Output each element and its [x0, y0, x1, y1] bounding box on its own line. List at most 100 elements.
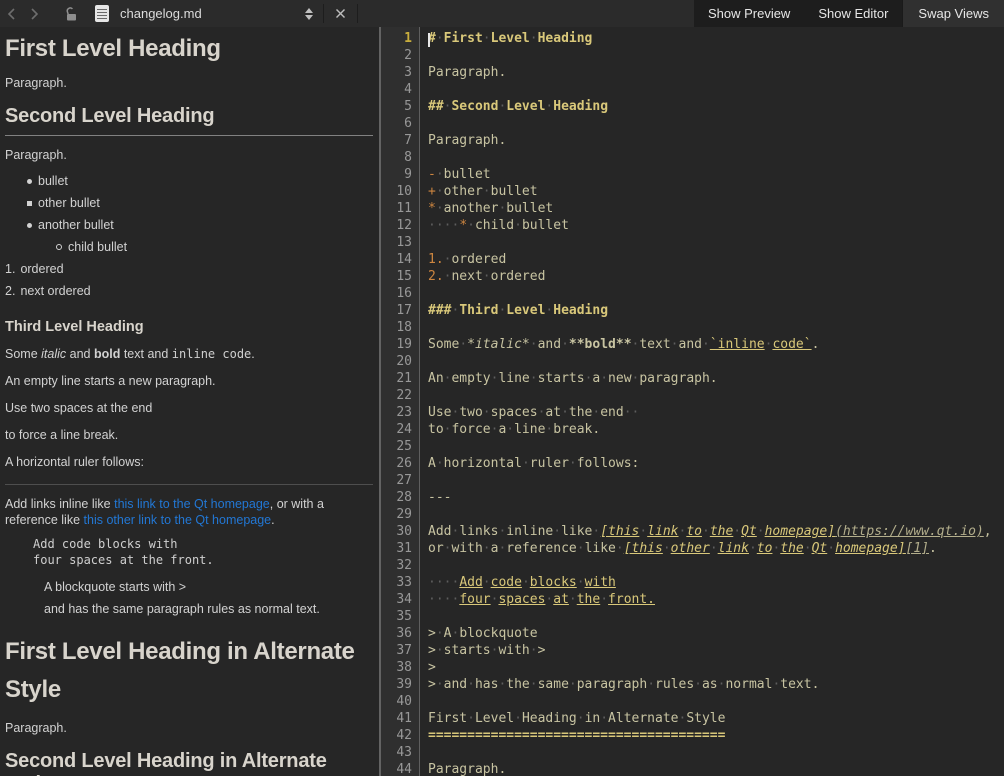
preview-paragraph: An empty line starts a new paragraph. [5, 373, 373, 389]
editor-line-content[interactable] [420, 234, 1004, 251]
back-button[interactable] [0, 0, 23, 27]
editor-line-content[interactable]: Paragraph. [420, 761, 1004, 776]
editor-line-content[interactable]: An·empty·line·starts·a·new·paragraph. [420, 370, 1004, 387]
document-tab[interactable]: changelog.md [95, 5, 202, 22]
line-number: 25 [381, 438, 420, 455]
editor-line-content[interactable]: Paragraph. [420, 132, 1004, 149]
line-number: 14 [381, 251, 420, 268]
editor-line: 38> [381, 659, 1004, 676]
editor-line: 40 [381, 693, 1004, 710]
preview-paragraph: Paragraph. [5, 147, 373, 163]
editor-line-content[interactable]: *·another·bullet [420, 200, 1004, 217]
editor-line-content[interactable] [420, 472, 1004, 489]
preview-ordered-list: 1. ordered 2. next ordered [5, 258, 373, 302]
editor-line-content[interactable]: Add·links·inline·like·[this·link·to·the·… [420, 523, 1004, 540]
editor-line-content[interactable]: ##·Second·Level·Heading [420, 98, 1004, 115]
editor-line: 29 [381, 506, 1004, 523]
line-number: 36 [381, 625, 420, 642]
editor-line-content[interactable] [420, 47, 1004, 64]
editor-line-content[interactable]: or·with·a·reference·like·[this·other·lin… [420, 540, 1004, 557]
editor-line-content[interactable] [420, 557, 1004, 574]
line-number: 44 [381, 761, 420, 776]
editor-line-content[interactable]: -·bullet [420, 166, 1004, 183]
editor-line: 12····*·child·bullet [381, 217, 1004, 234]
editor-line-content[interactable]: ····four·spaces·at·the·front. [420, 591, 1004, 608]
editor-line: 43 [381, 744, 1004, 761]
editor-line-content[interactable]: >·and·has·the·same·paragraph·rules·as·no… [420, 676, 1004, 693]
editor-line-content[interactable]: +·other·bullet [420, 183, 1004, 200]
line-number: 35 [381, 608, 420, 625]
editor-line-content[interactable]: > [420, 659, 1004, 676]
editor-line-content[interactable]: Use·two·spaces·at·the·end·· [420, 404, 1004, 421]
editor-line-content[interactable] [420, 285, 1004, 302]
editor-line: 8 [381, 149, 1004, 166]
editor-line: 11*·another·bullet [381, 200, 1004, 217]
line-number: 27 [381, 472, 420, 489]
editor-line-content[interactable]: A·horizontal·ruler·follows: [420, 455, 1004, 472]
editor-line: 1#·First·Level·Heading [381, 30, 1004, 47]
preview-h1: First Level Heading [5, 33, 373, 64]
editor-line-content[interactable]: >·A·blockquote [420, 625, 1004, 642]
editor-line: 16 [381, 285, 1004, 302]
editor-line-content[interactable] [420, 149, 1004, 166]
editor-line-content[interactable]: to·force·a·line·break. [420, 421, 1004, 438]
line-number: 42 [381, 727, 420, 744]
line-number: 43 [381, 744, 420, 761]
line-number: 41 [381, 710, 420, 727]
editor-line-content[interactable] [420, 115, 1004, 132]
swap-views-button[interactable]: Swap Views [902, 0, 1004, 27]
editor-line-content[interactable]: Paragraph. [420, 64, 1004, 81]
preview-bullet-list: bullet other bullet another bullet child… [5, 170, 373, 258]
bullet-disc-marker [27, 179, 32, 184]
tab-bar: changelog.md Show Preview Show Editor Sw… [0, 0, 1004, 27]
editor-line-content[interactable]: 1.·ordered [420, 251, 1004, 268]
editor-line-content[interactable] [420, 319, 1004, 336]
line-number: 18 [381, 319, 420, 336]
editor-line: 2 [381, 47, 1004, 64]
editor-line-content[interactable]: ###·Third·Level·Heading [420, 302, 1004, 319]
editor-line-content[interactable] [420, 744, 1004, 761]
editor-line-content[interactable]: #·First·Level·Heading [420, 30, 1004, 47]
list-item: 2. next ordered [5, 280, 373, 302]
editor-line-content[interactable] [420, 353, 1004, 370]
line-number: 29 [381, 506, 420, 523]
editor-line-content[interactable]: ····Add·code·blocks·with [420, 574, 1004, 591]
forward-button[interactable] [23, 0, 46, 27]
editor-line: 44Paragraph. [381, 761, 1004, 776]
bold-text: bold [94, 347, 120, 361]
editor-line-content[interactable]: Some·*italic*·and·**bold**·text·and·`inl… [420, 336, 1004, 353]
line-number: 19 [381, 336, 420, 353]
line-number: 24 [381, 421, 420, 438]
bullet-circle-marker [56, 244, 62, 250]
editor-pane[interactable]: 1#·First·Level·Heading23Paragraph.45##·S… [381, 27, 1004, 776]
qt-homepage-reference-link[interactable]: this other link to the Qt homepage [84, 513, 272, 527]
editor-line-content[interactable] [420, 438, 1004, 455]
line-number: 21 [381, 370, 420, 387]
bullet-square-marker [27, 201, 32, 206]
preview-pane[interactable]: First Level Heading Paragraph. Second Le… [0, 27, 379, 776]
editor-line-content[interactable] [420, 81, 1004, 98]
qt-homepage-link[interactable]: this link to the Qt homepage [114, 497, 270, 511]
editor-line-content[interactable]: ····*·child·bullet [420, 217, 1004, 234]
chevron-left-icon [7, 8, 16, 20]
show-editor-button[interactable]: Show Editor [804, 0, 902, 27]
editor-line-content[interactable] [420, 506, 1004, 523]
line-number: 5 [381, 98, 420, 115]
editor-line-content[interactable]: >·starts·with·> [420, 642, 1004, 659]
up-down-arrows-icon[interactable] [297, 0, 321, 27]
editor-line-content[interactable] [420, 608, 1004, 625]
editor-line-content[interactable]: ====================================== [420, 727, 1004, 744]
editor-line: 22 [381, 387, 1004, 404]
editor-line-content[interactable] [420, 387, 1004, 404]
line-number: 39 [381, 676, 420, 693]
editor-line-content[interactable]: First·Level·Heading·in·Alternate·Style [420, 710, 1004, 727]
editor-line-content[interactable]: 2.·next·ordered [420, 268, 1004, 285]
editor-line-content[interactable] [420, 693, 1004, 710]
line-number: 26 [381, 455, 420, 472]
chevron-right-icon [30, 8, 39, 20]
show-preview-button[interactable]: Show Preview [694, 0, 804, 27]
editor-line: 21An·empty·line·starts·a·new·paragraph. [381, 370, 1004, 387]
editor-line: 13 [381, 234, 1004, 251]
close-tab-button[interactable] [326, 0, 355, 27]
editor-line-content[interactable]: --- [420, 489, 1004, 506]
